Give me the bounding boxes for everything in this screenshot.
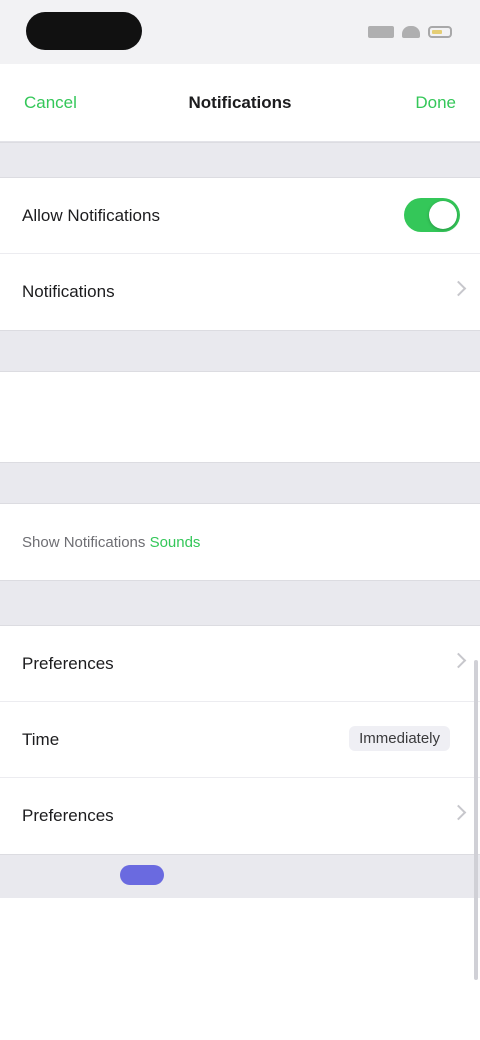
row-label: Preferences (22, 806, 114, 825)
notifications-group: Allow Notifications Notifications (0, 178, 480, 330)
time-row[interactable]: Time Immediately (0, 702, 480, 778)
page-title: Notifications (188, 93, 292, 112)
preferences-row[interactable]: Preferences (0, 626, 480, 702)
chevron-right-icon (450, 280, 467, 297)
show-notifications-row[interactable]: Show Notifications Sounds (0, 504, 480, 580)
link-prefix: Show Notifications (22, 534, 150, 551)
chevron-right-icon (450, 804, 467, 821)
section-gap (0, 142, 480, 178)
link-group: Show Notifications Sounds (0, 504, 480, 580)
scroll-indicator[interactable] (474, 660, 478, 980)
done-button[interactable]: Done (415, 92, 456, 114)
empty-section (0, 372, 480, 462)
row-label: Preferences (22, 654, 114, 673)
row-label: Time (22, 730, 60, 749)
section-gap (0, 330, 480, 372)
details-group: Preferences Time Immediately Preferences (0, 626, 480, 854)
sounds-link[interactable]: Sounds (150, 534, 201, 551)
time-value[interactable]: Immediately (349, 726, 450, 751)
bottom-section-gap (0, 854, 480, 898)
battery-icon (428, 26, 452, 38)
signal-icon (368, 26, 394, 38)
section-gap (0, 580, 480, 626)
allow-notifications-toggle[interactable] (404, 198, 460, 232)
show-notifications-link[interactable]: Show Notifications Sounds (22, 532, 200, 554)
page-indicator[interactable] (120, 865, 164, 885)
chevron-right-icon (450, 652, 467, 669)
toggle-knob (429, 201, 457, 229)
dynamic-island (26, 12, 142, 50)
navigation-bar: Cancel Notifications Done (0, 64, 480, 142)
status-bar (0, 0, 480, 64)
row-label: Allow Notifications (22, 206, 160, 225)
wifi-icon (402, 26, 420, 38)
settings-list: Allow Notifications Notifications Show N… (0, 142, 480, 1040)
preferences-row-2[interactable]: Preferences (0, 778, 480, 854)
status-icons (368, 24, 452, 40)
row-label: Notifications (22, 282, 115, 301)
settings-screen: Cancel Notifications Done Allow Notifica… (0, 0, 480, 1040)
section-gap (0, 462, 480, 504)
allow-notifications-row[interactable]: Allow Notifications (0, 178, 480, 254)
notifications-row[interactable]: Notifications (0, 254, 480, 330)
